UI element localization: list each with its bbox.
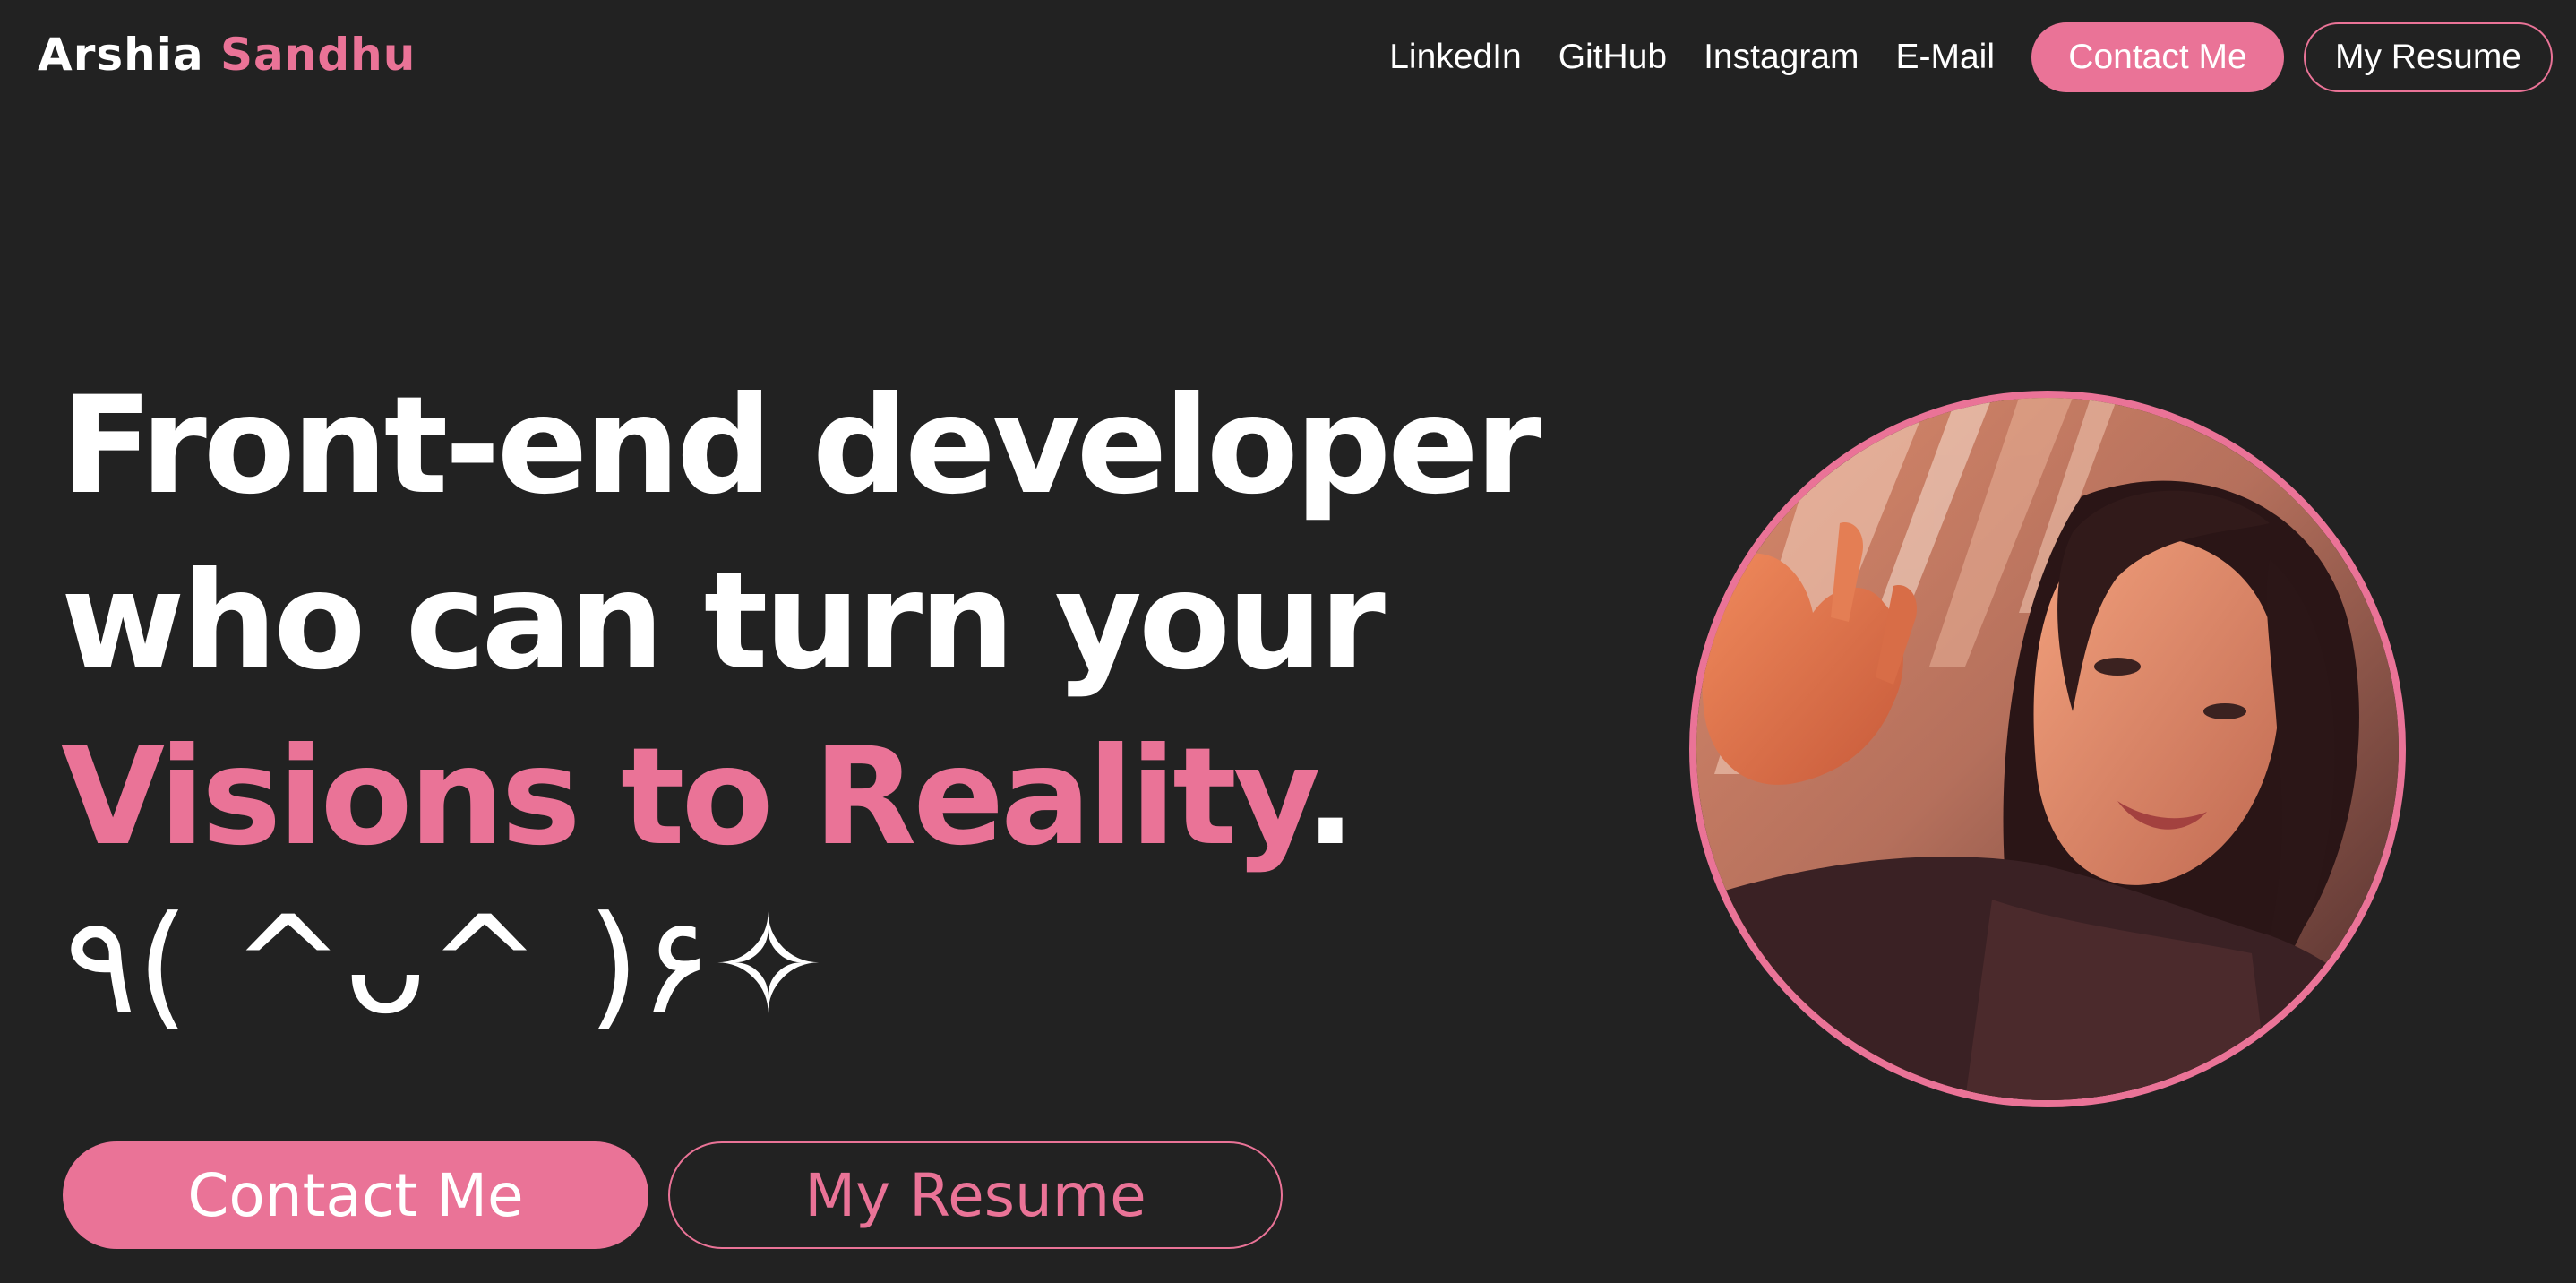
- hero-headline-accent: Visions to Reality: [61, 719, 1309, 875]
- hero-cta-row: Contact Me My Resume: [63, 1141, 1283, 1249]
- hero-kaomoji: ٩( ^ᴗ^ )۶✧: [64, 888, 825, 1044]
- hero-headline-period: .: [1304, 719, 1356, 875]
- hero-headline-line-3: Visions to Reality.: [61, 710, 1538, 885]
- nav-link-github[interactable]: GitHub: [1558, 38, 1667, 77]
- top-navigation: LinkedIn GitHub Instagram E-Mail Contact…: [1389, 22, 2553, 93]
- nav-link-email[interactable]: E-Mail: [1895, 38, 1995, 77]
- hero-headline: Front-end developer who can turn your Vi…: [61, 358, 1541, 885]
- profile-photo: [1689, 391, 2406, 1107]
- logo-last-name: Sandhu: [220, 29, 416, 81]
- nav-resume-button[interactable]: My Resume: [2304, 22, 2553, 92]
- hero-headline-line-2: who can turn your: [61, 544, 1386, 700]
- profile-photo-illustration: [1696, 398, 2399, 1100]
- portfolio-page: Arshia Sandhu LinkedIn GitHub Instagram …: [0, 0, 2576, 1283]
- hero-resume-button[interactable]: My Resume: [668, 1141, 1283, 1249]
- nav-link-linkedin[interactable]: LinkedIn: [1389, 38, 1521, 77]
- hero-headline-line-1: Front-end developer: [61, 368, 1541, 524]
- hero-contact-button[interactable]: Contact Me: [63, 1141, 648, 1249]
- nav-contact-button[interactable]: Contact Me: [2031, 22, 2284, 92]
- logo-first-name: Arshia: [38, 29, 204, 81]
- nav-link-instagram[interactable]: Instagram: [1704, 38, 1859, 77]
- site-logo[interactable]: Arshia Sandhu: [38, 25, 416, 84]
